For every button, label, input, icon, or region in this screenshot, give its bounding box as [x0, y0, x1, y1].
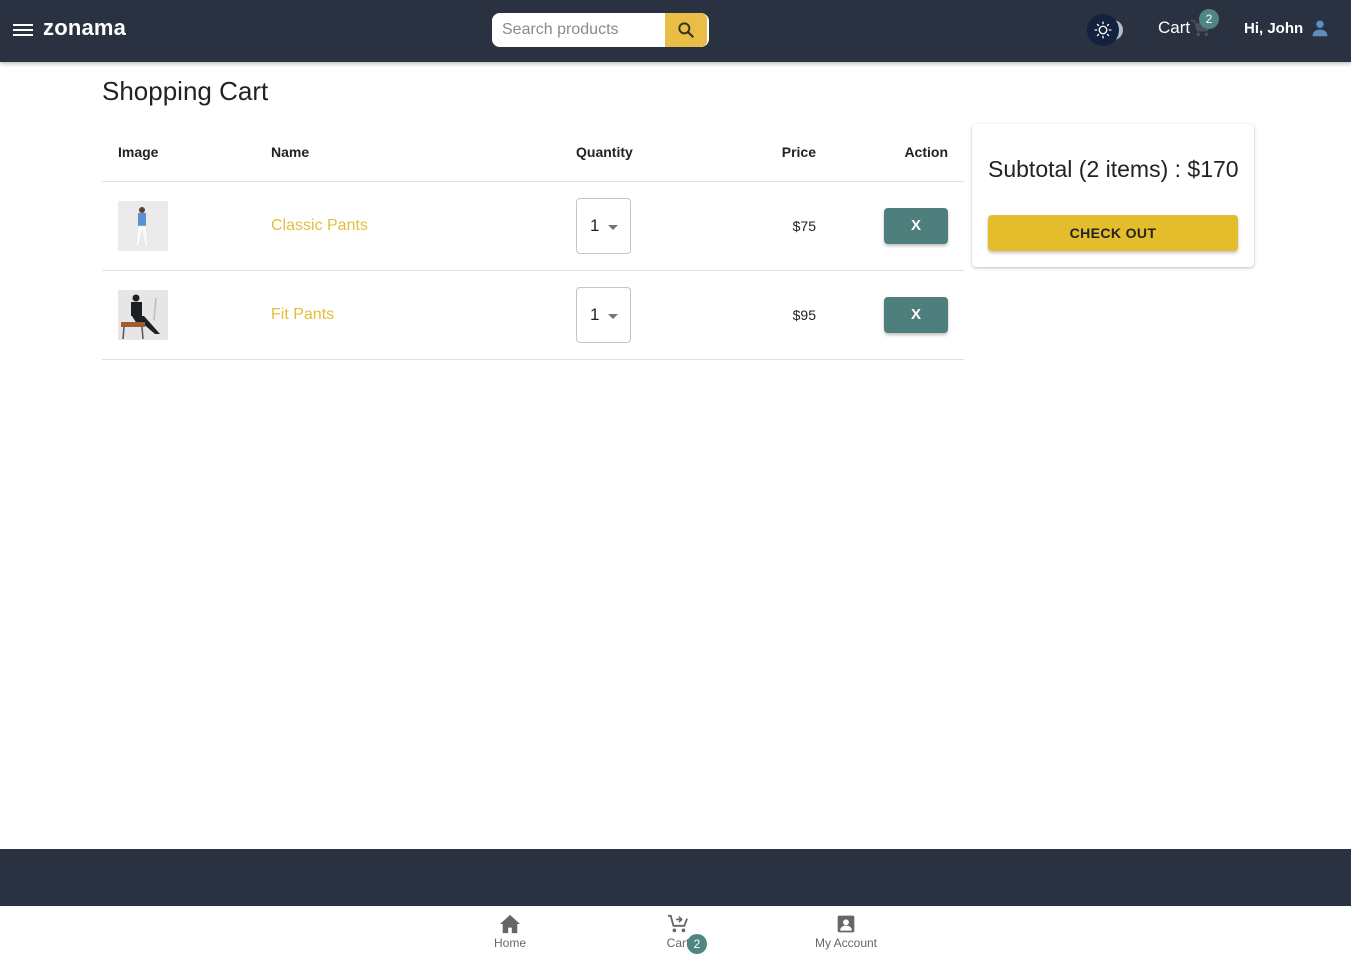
search-icon: [678, 22, 694, 38]
column-header-action: Action: [832, 124, 964, 182]
search-input[interactable]: [492, 13, 665, 47]
bottom-nav-account-label: My Account: [814, 936, 878, 950]
checkout-button[interactable]: CHECK OUT: [988, 215, 1238, 251]
product-image[interactable]: [118, 289, 168, 340]
product-price: $95: [710, 270, 832, 360]
bottom-nav-cart[interactable]: Cart 2: [618, 914, 738, 954]
brand-logo[interactable]: zonama: [43, 15, 126, 41]
dropdown-caret-icon: [608, 313, 618, 319]
product-image-graphic: [118, 200, 168, 251]
column-header-price: Price: [710, 124, 832, 182]
column-header-name: Name: [255, 124, 560, 182]
page-title: Shopping Cart: [102, 76, 269, 106]
bottom-nav-home-label: Home: [493, 936, 526, 950]
table-header-row: Image Name Quantity Price Action: [102, 124, 964, 182]
column-header-image: Image: [102, 124, 255, 182]
theme-toggle-thumb: [1087, 14, 1119, 46]
product-name-link[interactable]: Classic Pants: [271, 217, 368, 234]
menu-icon[interactable]: [13, 22, 33, 38]
add-shopping-cart-icon: [668, 914, 688, 933]
user-menu[interactable]: Hi, John: [1244, 19, 1329, 37]
search-bar: [492, 13, 709, 47]
bottom-nav-account[interactable]: My Account: [786, 914, 906, 950]
footer: [0, 849, 1351, 906]
product-image-graphic: [118, 289, 168, 340]
user-greeting: Hi, John: [1244, 19, 1304, 37]
account-box-icon: [837, 915, 855, 933]
user-icon: [1312, 20, 1328, 37]
sun-icon: [1094, 21, 1112, 39]
header-cart-label: Cart: [1158, 18, 1191, 37]
dropdown-caret-icon: [608, 224, 618, 230]
quantity-value: 1: [590, 215, 600, 235]
product-price: $75: [710, 181, 832, 271]
table-row: Fit Pants 1 $95 X: [102, 270, 964, 360]
quantity-select[interactable]: 1: [576, 197, 631, 254]
product-image[interactable]: [118, 200, 168, 251]
header-cart-badge: 2: [1199, 9, 1219, 29]
quantity-value: 1: [590, 304, 600, 324]
remove-item-button[interactable]: X: [884, 296, 948, 333]
search-button[interactable]: [665, 13, 707, 47]
bottom-navigation: Home Cart 2 My Account: [0, 906, 1351, 955]
home-icon: [500, 914, 520, 934]
order-summary-card: Subtotal (2 items) : $170 CHECK OUT: [972, 124, 1254, 267]
quantity-select[interactable]: 1: [576, 286, 631, 343]
cart-table: Image Name Quantity Price Action Classic…: [102, 124, 964, 360]
table-row: Classic Pants 1 $75 X: [102, 181, 964, 271]
bottom-nav-cart-label: Cart: [666, 936, 690, 950]
column-header-quantity: Quantity: [560, 124, 710, 182]
subtotal-text: Subtotal (2 items) : $170: [988, 156, 1239, 182]
bottom-nav-cart-badge: 2: [687, 934, 707, 954]
theme-toggle[interactable]: [1087, 14, 1137, 46]
app-bar: zonama Cart 2 Hi, J: [0, 0, 1351, 62]
bottom-nav-home[interactable]: Home: [450, 914, 570, 950]
product-name-link[interactable]: Fit Pants: [271, 306, 334, 323]
remove-item-button[interactable]: X: [884, 207, 948, 244]
